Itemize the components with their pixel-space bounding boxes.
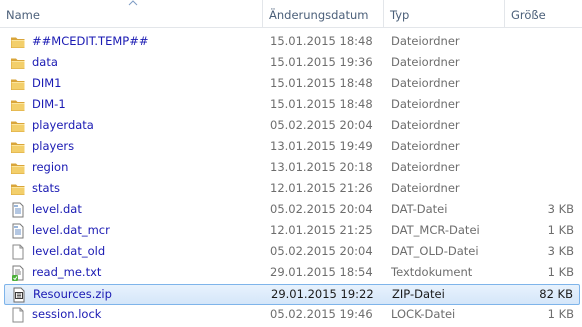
folder-icon [10,139,26,155]
document-icon [10,202,26,218]
folder-icon [10,97,26,113]
zip-file-icon [11,287,27,303]
file-row[interactable]: level.dat_old 05.02.2015 20:04 DAT_OLD-Dat… [4,242,580,263]
file-modified-date: 05.02.2015 20:04 [270,202,373,216]
file-size [514,74,574,93]
file-modified-date: 13.01.2015 20:18 [270,160,373,174]
file-row[interactable]: DIM-1 15.01.2015 18:48 Dateiordner [4,95,580,116]
file-row[interactable]: read_me.txt 29.01.2015 18:54 Textdokument 1… [4,263,580,284]
file-row[interactable]: playerdata 05.02.2015 20:04 Dateiordner [4,116,580,137]
file-name: data [32,55,58,69]
file-type: Dateiordner [391,34,460,48]
file-modified-date: 15.01.2015 18:48 [270,34,373,48]
file-type: DAT_OLD-Datei [391,244,479,258]
column-header-size-label: Größe [511,8,546,22]
file-name: session.lock [32,307,102,321]
blank-file-icon [10,307,26,323]
file-row[interactable]: level.dat_mcr 12.01.2015 21:25 DAT_MCR-Dat… [4,221,580,242]
file-modified-date: 29.01.2015 18:54 [270,265,373,279]
file-modified-date: 15.01.2015 19:36 [270,55,373,69]
file-size [514,53,574,72]
file-name: read_me.txt [32,265,102,279]
file-type: Dateiordner [391,181,460,195]
file-type: DAT_MCR-Datei [391,223,480,237]
file-name: players [32,139,75,153]
file-type: LOCK-Datei [391,307,456,321]
file-type: Dateiordner [391,160,460,174]
file-size [514,137,574,156]
folder-icon [10,181,26,197]
file-type: Dateiordner [391,76,460,90]
file-modified-date: 15.01.2015 18:48 [270,97,373,111]
file-size: 3 KB [547,244,574,258]
file-type: Dateiordner [391,55,460,69]
file-size [514,158,574,177]
blank-file-icon [10,244,26,260]
column-header-date-label: Änderungsdatum [269,8,369,22]
file-row[interactable]: stats 12.01.2015 21:26 Dateiordner [4,179,580,200]
file-row[interactable]: DIM1 15.01.2015 18:48 Dateiordner [4,74,580,95]
file-modified-date: 12.01.2015 21:25 [270,223,373,237]
file-size [514,179,574,198]
file-name: region [32,160,69,174]
file-name: ##MCEDIT.TEMP## [32,34,149,48]
folder-icon [10,118,26,134]
file-row[interactable]: data 15.01.2015 19:36 Dateiordner [4,53,580,74]
file-size [514,95,574,114]
file-modified-date: 05.02.2015 20:04 [270,118,373,132]
folder-icon [10,76,26,92]
file-type: Dateiordner [391,97,460,111]
column-header-type-label: Typ [390,8,410,22]
file-row[interactable]: ##MCEDIT.TEMP## 15.01.2015 18:48 Dateiordn… [4,32,580,53]
file-size [514,116,574,135]
sort-ascending-icon [128,0,138,6]
file-size: 1 KB [547,307,574,321]
file-size: 1 KB [547,223,574,237]
file-size: 3 KB [547,202,574,216]
document-icon [10,223,26,239]
folder-icon [10,160,26,176]
file-type: DAT-Datei [391,202,448,216]
file-name: DIM1 [32,76,62,90]
file-modified-date: 05.02.2015 19:46 [270,307,373,321]
file-type: Dateiordner [391,139,460,153]
file-row[interactable]: Resources.zip 29.01.2015 19:22 ZIP-Datei 82… [4,284,580,305]
file-row[interactable]: level.dat 05.02.2015 20:04 DAT-Datei 3 KB [4,200,580,221]
file-type: Textdokument [391,265,473,279]
file-name: DIM-1 [32,97,66,111]
text-file-icon [10,265,26,281]
file-modified-date: 29.01.2015 19:22 [271,287,374,301]
column-header-name-label: Name [6,8,40,22]
file-name: level.dat [32,202,82,216]
file-name: Resources.zip [33,287,112,301]
file-row[interactable]: players 13.01.2015 19:49 Dateiordner [4,137,580,158]
column-header-bar: Name Änderungsdatum Typ Größe [0,0,582,28]
file-name: level.dat_old [32,244,106,258]
file-modified-date: 05.02.2015 20:04 [270,244,373,258]
file-size: 1 KB [547,265,574,279]
file-name: level.dat_mcr [32,223,110,237]
file-row[interactable]: session.lock 05.02.2015 19:46 LOCK-Datei 1 … [4,305,580,326]
file-modified-date: 12.01.2015 21:26 [270,181,373,195]
file-type: ZIP-Datei [392,287,445,301]
column-header-size[interactable]: Größe [505,0,582,27]
file-modified-date: 15.01.2015 18:48 [270,76,373,90]
column-header-type[interactable]: Typ [384,0,504,27]
file-type: Dateiordner [391,118,460,132]
file-size: 82 KB [539,287,573,301]
folder-icon [10,34,26,50]
file-row[interactable]: region 13.01.2015 20:18 Dateiordner [4,158,580,179]
file-modified-date: 13.01.2015 19:49 [270,139,373,153]
file-size [514,32,574,51]
file-name: playerdata [32,118,94,132]
folder-icon [10,55,26,71]
column-header-date[interactable]: Änderungsdatum [263,0,383,27]
file-name: stats [32,181,61,195]
